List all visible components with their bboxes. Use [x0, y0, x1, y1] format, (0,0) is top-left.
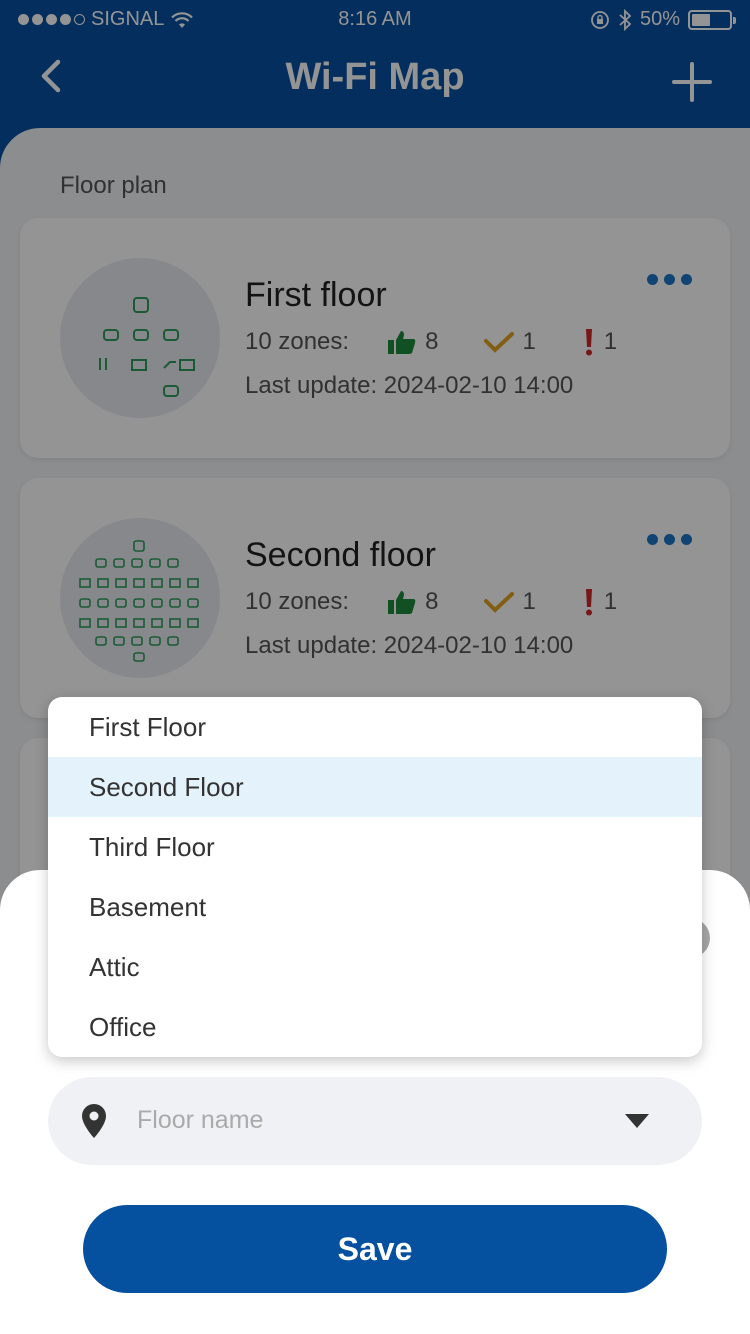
caret-down-icon: [625, 1114, 649, 1128]
floor-name-select[interactable]: Floor name: [48, 1077, 702, 1165]
floor-select-placeholder: Floor name: [137, 1106, 264, 1134]
dropdown-option[interactable]: Basement: [48, 877, 702, 937]
dropdown-option[interactable]: Second Floor: [48, 757, 702, 817]
dropdown-option[interactable]: First Floor: [48, 697, 702, 757]
location-pin-icon: [82, 1104, 106, 1138]
floor-dropdown-list: First Floor Second Floor Third Floor Baseme…: [48, 697, 702, 1057]
save-button[interactable]: Save: [83, 1205, 667, 1293]
dropdown-option[interactable]: Third Floor: [48, 817, 702, 877]
dropdown-option[interactable]: Attic: [48, 937, 702, 997]
dropdown-option[interactable]: Office: [48, 997, 702, 1057]
